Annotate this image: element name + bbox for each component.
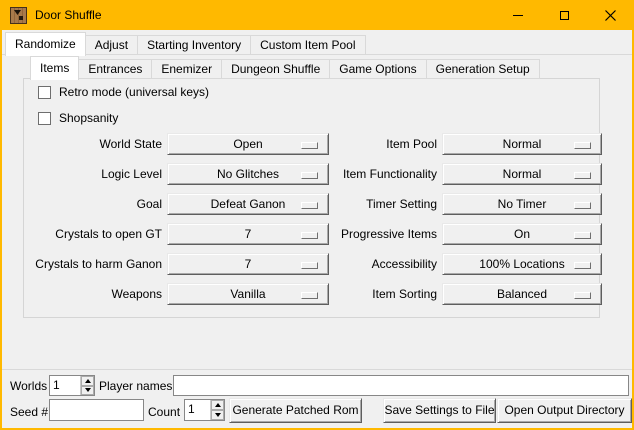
worlds-value: 1 [50, 376, 80, 395]
worlds-spin-down-button[interactable] [81, 386, 94, 396]
weapons-label: Weapons [32, 287, 162, 301]
goal-dropdown[interactable]: Defeat Ganon [167, 193, 329, 215]
crystals-ganon-label: Crystals to harm Ganon [32, 257, 162, 271]
minimize-button[interactable] [495, 0, 541, 30]
item-sorting-label: Item Sorting [337, 287, 437, 301]
close-button[interactable] [587, 0, 633, 30]
world-state-label: World State [32, 137, 162, 151]
item-functionality-label: Item Functionality [337, 167, 437, 181]
logic-level-dropdown[interactable]: No Glitches [167, 163, 329, 185]
tab-generation-setup[interactable]: Generation Setup [426, 59, 540, 79]
dropdown-indicator-icon [301, 202, 318, 209]
seed-input[interactable] [49, 399, 144, 421]
accessibility-label: Accessibility [337, 257, 437, 271]
item-pool-label: Item Pool [337, 137, 437, 151]
logic-level-label: Logic Level [32, 167, 162, 181]
titlebar[interactable]: Door Shuffle [0, 0, 634, 30]
world-state-dropdown[interactable]: Open [167, 133, 329, 155]
open-output-directory-button[interactable]: Open Output Directory [497, 398, 632, 423]
worlds-label: Worlds [10, 376, 47, 396]
tab-enemizer[interactable]: Enemizer [151, 59, 222, 79]
crystals-gt-dropdown[interactable]: 7 [167, 223, 329, 245]
count-label: Count [148, 402, 180, 422]
item-functionality-dropdown[interactable]: Normal [442, 163, 602, 185]
progressive-items-dropdown[interactable]: On [442, 223, 602, 245]
spin-down-icon [215, 413, 221, 417]
spin-up-icon [215, 403, 221, 407]
tab-entrances[interactable]: Entrances [78, 59, 152, 79]
spin-up-icon [85, 379, 91, 383]
dropdown-indicator-icon [574, 232, 591, 239]
item-pool-dropdown[interactable]: Normal [442, 133, 602, 155]
maximize-button[interactable] [541, 0, 587, 30]
window-title: Door Shuffle [35, 0, 102, 30]
dropdown-indicator-icon [574, 142, 591, 149]
weapons-dropdown[interactable]: Vanilla [167, 283, 329, 305]
dropdown-indicator-icon [301, 232, 318, 239]
shopsanity-label: Shopsanity [59, 111, 118, 125]
tab-adjust[interactable]: Adjust [85, 35, 138, 55]
count-spin-down-button[interactable] [211, 410, 224, 420]
dropdown-indicator-icon [301, 292, 318, 299]
maximize-icon [560, 11, 569, 20]
retro-mode-checkbox-row[interactable]: Retro mode (universal keys) [38, 85, 209, 99]
tab-game-options[interactable]: Game Options [329, 59, 426, 79]
retro-mode-checkbox[interactable] [38, 86, 51, 99]
spin-down-icon [85, 388, 91, 392]
seed-label: Seed # [10, 402, 48, 422]
main-tab-bar: Randomize Adjust Starting Inventory Cust… [5, 31, 366, 55]
count-value: 1 [185, 400, 210, 420]
settings-grid: World State Open Item Pool Normal Logic … [32, 133, 602, 313]
player-names-input[interactable] [173, 375, 629, 396]
tab-starting-inventory[interactable]: Starting Inventory [137, 35, 251, 55]
worlds-spinner[interactable]: 1 [49, 375, 95, 396]
dropdown-indicator-icon [574, 202, 591, 209]
crystals-gt-label: Crystals to open GT [32, 227, 162, 241]
worlds-spin-up-button[interactable] [81, 376, 94, 386]
goal-label: Goal [32, 197, 162, 211]
accessibility-dropdown[interactable]: 100% Locations [442, 253, 602, 275]
shopsanity-checkbox[interactable] [38, 112, 51, 125]
dropdown-indicator-icon [301, 262, 318, 269]
tab-items[interactable]: Items [30, 56, 79, 80]
generate-patched-rom-button[interactable]: Generate Patched Rom [229, 398, 362, 423]
app-icon[interactable] [10, 7, 27, 24]
item-sorting-dropdown[interactable]: Balanced [442, 283, 602, 305]
player-names-label: Player names [99, 376, 172, 396]
count-spinner[interactable]: 1 [184, 399, 225, 421]
door-shuffle-window: Door Shuffle Randomize Adjust Starting I… [0, 0, 634, 430]
tab-custom-item-pool[interactable]: Custom Item Pool [250, 35, 365, 55]
timer-setting-dropdown[interactable]: No Timer [442, 193, 602, 215]
sub-tab-bar: Items Entrances Enemizer Dungeon Shuffle… [30, 55, 540, 79]
close-icon [605, 10, 616, 21]
count-spin-up-button[interactable] [211, 400, 224, 410]
crystals-ganon-dropdown[interactable]: 7 [167, 253, 329, 275]
tab-dungeon-shuffle[interactable]: Dungeon Shuffle [221, 59, 330, 79]
dropdown-indicator-icon [574, 292, 591, 299]
timer-setting-label: Timer Setting [337, 197, 437, 211]
tab-randomize[interactable]: Randomize [5, 32, 86, 56]
minimize-icon [513, 15, 523, 16]
dropdown-indicator-icon [574, 172, 591, 179]
dropdown-indicator-icon [301, 172, 318, 179]
dropdown-indicator-icon [301, 142, 318, 149]
dropdown-indicator-icon [574, 262, 591, 269]
save-settings-button[interactable]: Save Settings to File [383, 398, 496, 423]
shopsanity-checkbox-row[interactable]: Shopsanity [38, 111, 118, 125]
progressive-items-label: Progressive Items [337, 227, 437, 241]
retro-mode-label: Retro mode (universal keys) [59, 85, 209, 99]
